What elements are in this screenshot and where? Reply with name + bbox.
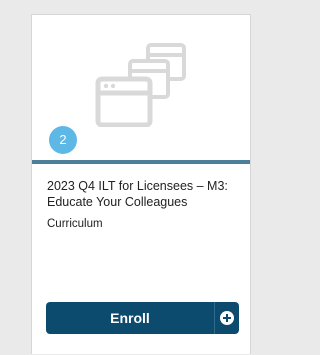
enroll-button-label: Enroll	[110, 310, 150, 326]
course-title[interactable]: 2023 Q4 ILT for Licensees – M3: Educate …	[47, 178, 243, 210]
plus-circle-icon[interactable]	[220, 311, 234, 325]
card-thumbnail: 2	[32, 15, 250, 160]
enroll-button-separator	[214, 302, 215, 334]
item-count-badge: 2	[49, 126, 77, 154]
card-divider	[32, 160, 250, 164]
stacked-windows-icon	[95, 43, 186, 127]
curriculum-card[interactable]: 2 2023 Q4 ILT for Licensees – M3: Educat…	[31, 14, 251, 354]
course-type-label: Curriculum	[47, 218, 103, 230]
enroll-button[interactable]: Enroll	[46, 302, 239, 334]
